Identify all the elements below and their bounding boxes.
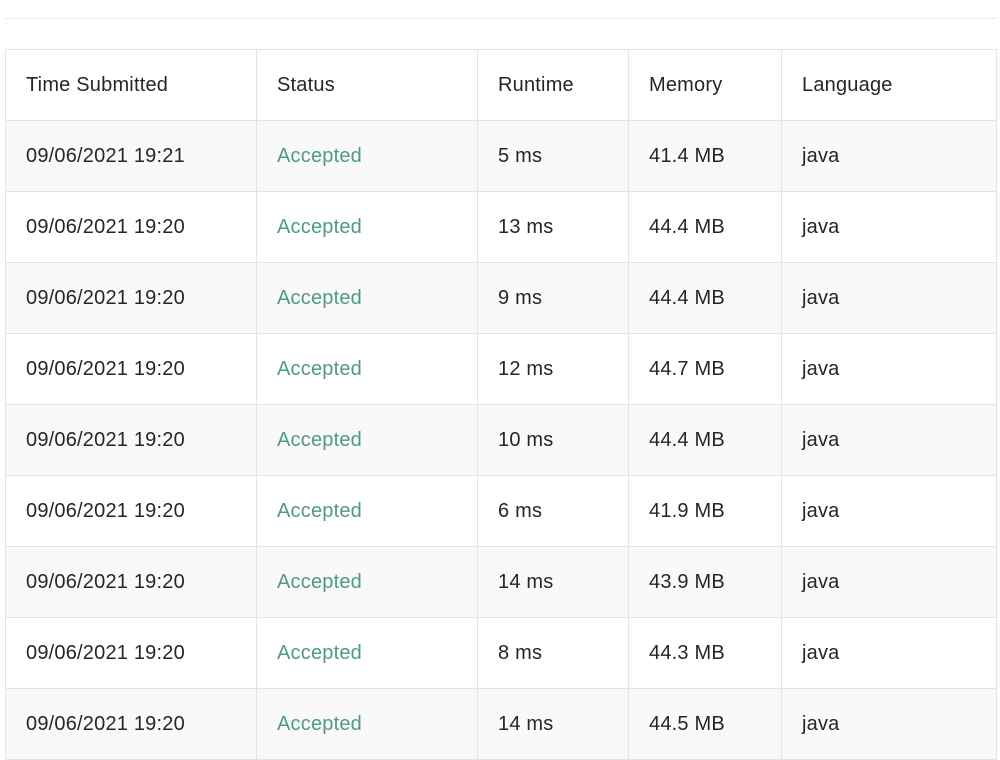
cell-status-link[interactable]: Accepted <box>256 546 478 618</box>
submission-row: 09/06/2021 19:20 Accepted 12 ms 44.7 MB … <box>5 333 997 405</box>
cell-language: java <box>781 404 997 476</box>
cell-runtime: 14 ms <box>477 546 629 618</box>
cell-time-submitted: 09/06/2021 19:20 <box>5 262 257 334</box>
cell-time-submitted: 09/06/2021 19:20 <box>5 546 257 618</box>
submissions-table: Time Submitted Status Runtime Memory Lan… <box>5 49 997 760</box>
submission-row: 09/06/2021 19:20 Accepted 13 ms 44.4 MB … <box>5 191 997 263</box>
header-time-submitted: Time Submitted <box>5 49 257 121</box>
submission-row: 09/06/2021 19:20 Accepted 14 ms 44.5 MB … <box>5 688 997 760</box>
cell-runtime: 5 ms <box>477 120 629 192</box>
cell-time-submitted: 09/06/2021 19:20 <box>5 688 257 760</box>
cell-runtime: 8 ms <box>477 617 629 689</box>
cell-language: java <box>781 475 997 547</box>
cell-time-submitted: 09/06/2021 19:20 <box>5 191 257 263</box>
cell-time-submitted: 09/06/2021 19:20 <box>5 333 257 405</box>
cell-status-link[interactable]: Accepted <box>256 120 478 192</box>
cell-memory: 41.9 MB <box>628 475 782 547</box>
cell-runtime: 10 ms <box>477 404 629 476</box>
cell-memory: 43.9 MB <box>628 546 782 618</box>
cell-status-link[interactable]: Accepted <box>256 688 478 760</box>
cell-language: java <box>781 617 997 689</box>
cell-memory: 44.5 MB <box>628 688 782 760</box>
cell-time-submitted: 09/06/2021 19:20 <box>5 617 257 689</box>
cell-memory: 44.4 MB <box>628 191 782 263</box>
submission-row: 09/06/2021 19:20 Accepted 6 ms 41.9 MB j… <box>5 475 997 547</box>
cell-memory: 44.4 MB <box>628 404 782 476</box>
submission-row: 09/06/2021 19:20 Accepted 14 ms 43.9 MB … <box>5 546 997 618</box>
cell-language: java <box>781 191 997 263</box>
cell-language: java <box>781 120 997 192</box>
submissions-table-body: 09/06/2021 19:21 Accepted 5 ms 41.4 MB j… <box>5 120 997 760</box>
submission-row: 09/06/2021 19:20 Accepted 8 ms 44.3 MB j… <box>5 617 997 689</box>
cell-status-link[interactable]: Accepted <box>256 617 478 689</box>
cell-language: java <box>781 333 997 405</box>
cell-language: java <box>781 688 997 760</box>
cell-time-submitted: 09/06/2021 19:20 <box>5 404 257 476</box>
cell-runtime: 12 ms <box>477 333 629 405</box>
cell-language: java <box>781 546 997 618</box>
cell-memory: 41.4 MB <box>628 120 782 192</box>
header-memory: Memory <box>628 49 782 121</box>
cell-time-submitted: 09/06/2021 19:21 <box>5 120 257 192</box>
cell-memory: 44.4 MB <box>628 262 782 334</box>
top-divider <box>5 18 997 19</box>
submission-row: 09/06/2021 19:21 Accepted 5 ms 41.4 MB j… <box>5 120 997 192</box>
cell-memory: 44.3 MB <box>628 617 782 689</box>
cell-runtime: 13 ms <box>477 191 629 263</box>
cell-status-link[interactable]: Accepted <box>256 475 478 547</box>
submission-row: 09/06/2021 19:20 Accepted 9 ms 44.4 MB j… <box>5 262 997 334</box>
header-language: Language <box>781 49 997 121</box>
cell-memory: 44.7 MB <box>628 333 782 405</box>
header-status: Status <box>256 49 478 121</box>
header-runtime: Runtime <box>477 49 629 121</box>
cell-runtime: 9 ms <box>477 262 629 334</box>
cell-status-link[interactable]: Accepted <box>256 404 478 476</box>
submissions-table-header: Time Submitted Status Runtime Memory Lan… <box>5 49 997 121</box>
cell-status-link[interactable]: Accepted <box>256 262 478 334</box>
cell-language: java <box>781 262 997 334</box>
submission-row: 09/06/2021 19:20 Accepted 10 ms 44.4 MB … <box>5 404 997 476</box>
header-row: Time Submitted Status Runtime Memory Lan… <box>5 49 997 121</box>
cell-status-link[interactable]: Accepted <box>256 333 478 405</box>
cell-time-submitted: 09/06/2021 19:20 <box>5 475 257 547</box>
cell-status-link[interactable]: Accepted <box>256 191 478 263</box>
cell-runtime: 14 ms <box>477 688 629 760</box>
cell-runtime: 6 ms <box>477 475 629 547</box>
